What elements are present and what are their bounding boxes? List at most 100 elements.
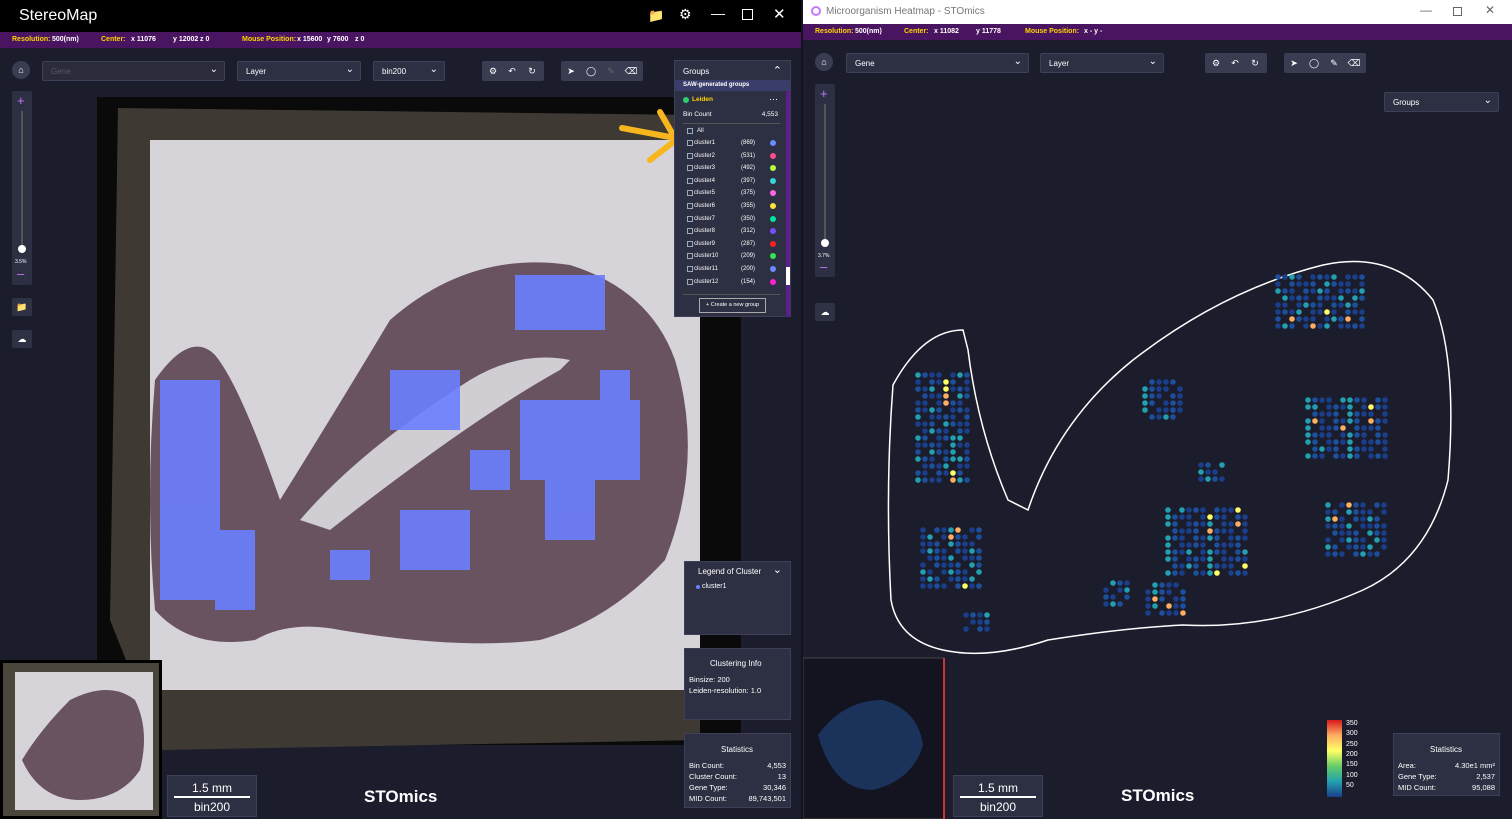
stat-row: Cluster Count: 13 [689, 772, 786, 781]
cluster-item[interactable]: cluster9 (287) [675, 240, 786, 252]
colorbar-tick: 350 [1346, 720, 1358, 727]
legend-panel: Legend of Cluster ⌄ cluster1 [684, 561, 791, 635]
cluster-color-dot[interactable] [770, 228, 776, 235]
cluster-name: cluster10 [694, 253, 719, 260]
cluster-item[interactable]: cluster2 (531) [675, 152, 786, 164]
create-group-button[interactable]: + Create a new group [699, 298, 766, 313]
cluster-item[interactable]: cluster11 (200) [675, 265, 786, 277]
chevron-down-icon[interactable]: ⌄ [773, 563, 782, 576]
leiden-radio[interactable] [683, 97, 689, 103]
legend-title: Legend of Cluster [698, 567, 762, 576]
colorbar-labels: 350 300 250 200 150 100 50 [1346, 720, 1370, 800]
stat-value: 30,346 [763, 783, 786, 792]
stat-label: MID Count: [1398, 783, 1436, 792]
cluster-item[interactable]: cluster4 (397) [675, 177, 786, 189]
cluster-count: (492) [741, 165, 756, 172]
cluster-color-dot[interactable] [770, 190, 776, 197]
cluster-name: cluster11 [694, 266, 718, 272]
cluster-name: cluster5 [694, 190, 716, 197]
all-label: All [697, 128, 704, 134]
cluster-item[interactable]: cluster8 (312) [675, 227, 786, 239]
more-icon[interactable]: ⋯ [769, 94, 778, 105]
stat-label: Gene Type: [1398, 772, 1437, 781]
cluster-count: (312) [741, 228, 756, 235]
stat-value: 4,553 [767, 761, 786, 770]
cluster-checkbox[interactable] [687, 278, 693, 285]
cluster-name: cluster9 [694, 240, 716, 247]
stat-label: Area: [1398, 761, 1416, 770]
cluster-checkbox[interactable] [687, 152, 693, 159]
all-checkbox[interactable] [687, 128, 693, 134]
chevron-up-icon[interactable]: ⌃ [773, 64, 782, 77]
stat-value: 13 [777, 772, 786, 781]
colorbar-tick: 100 [1346, 771, 1358, 779]
colorbar-tick: 50 [1346, 781, 1354, 789]
cluster-name: cluster6 [694, 203, 716, 209]
cluster-checkbox[interactable] [687, 240, 693, 247]
heatmap-canvas[interactable] [803, 0, 1512, 819]
cluster-color-dot[interactable] [770, 266, 776, 272]
stat-label: Gene Type: [689, 783, 728, 792]
cluster-name: cluster3 [694, 165, 716, 172]
stomics-logo: STOmics [1121, 786, 1195, 805]
groups-title: Groups [683, 67, 710, 76]
saw-generated-header: SAW-generated groups [675, 80, 790, 91]
cluster-color-dot[interactable] [770, 152, 776, 159]
cluster-list: cluster1 (869) cluster2 (531) cluster3 (492) c… [675, 139, 786, 289]
cluster-color-dot[interactable] [770, 253, 776, 260]
scale-bin: bin200 [193, 800, 231, 814]
cluster-name: cluster2 [694, 152, 716, 159]
cluster-color-dot[interactable] [770, 215, 776, 222]
scroll-thumb[interactable] [786, 267, 790, 285]
scale-bar: 1.5 mm bin200 [167, 775, 257, 817]
cluster-name: cluster1 [694, 140, 716, 146]
cluster-color-dot[interactable] [770, 203, 776, 209]
cluster-item[interactable]: cluster10 (209) [675, 252, 786, 264]
cluster-item[interactable]: cluster5 (375) [675, 189, 786, 201]
cluster-item[interactable]: cluster12 (154) [675, 278, 786, 290]
cluster-color-dot[interactable] [770, 240, 776, 247]
cluster-count: (869) [741, 140, 756, 146]
cluster-checkbox[interactable] [687, 253, 693, 260]
cluster-count: (397) [741, 177, 756, 184]
binsize-text: Binsize: 200 [689, 675, 730, 684]
cluster-color-dot[interactable] [770, 278, 776, 285]
scale-length: 1.5 mm [191, 781, 232, 795]
cluster-checkbox[interactable] [687, 266, 693, 272]
stat-label: Bin Count: [689, 761, 725, 770]
cluster-checkbox[interactable] [687, 203, 693, 209]
colorbar-tick: 250 [1346, 740, 1358, 748]
stat-value: 2,537 [1476, 772, 1495, 781]
statistics-panel: Statistics Bin Count: 4,553 Cluster Count:… [684, 733, 791, 808]
cluster-checkbox[interactable] [687, 140, 693, 146]
cluster-color-dot[interactable] [770, 165, 776, 172]
leiden-resolution-text: Leiden-resolution: 1.0 [689, 686, 762, 695]
statistics-title: Statistics [721, 745, 754, 754]
stat-value: 4.30e1 mm² [1454, 761, 1495, 770]
cluster-item[interactable]: cluster6 (355) [675, 202, 786, 214]
cluster-count: (287) [741, 240, 756, 247]
cluster-checkbox[interactable] [687, 215, 693, 222]
cluster-color-dot[interactable] [770, 140, 776, 146]
scale-bar: 1.5 mm bin200 [953, 775, 1043, 817]
cluster-checkbox[interactable] [687, 228, 693, 235]
cluster-name: cluster4 [694, 177, 716, 184]
cluster-checkbox[interactable] [687, 190, 693, 197]
cluster-item[interactable]: cluster1 (869) [675, 139, 786, 151]
cluster-checkbox[interactable] [687, 165, 693, 172]
cluster-count: (154) [741, 278, 756, 285]
cluster-item[interactable]: cluster7 (350) [675, 215, 786, 227]
cluster-checkbox[interactable] [687, 177, 693, 184]
cluster-count: (355) [741, 203, 756, 209]
cluster-item[interactable]: cluster3 (492) [675, 164, 786, 176]
cluster-name: cluster7 [694, 215, 716, 222]
colorbar-tick: 150 [1346, 761, 1358, 769]
groups-panel: Groups ⌃ SAW-generated groups Leiden ⋯ B… [674, 60, 791, 317]
leiden-label: Leiden [692, 96, 713, 103]
scale-bin: bin200 [979, 800, 1017, 814]
statistics-panel: Statistics Area: 4.30e1 mm² Gene Type: 2,53… [1393, 733, 1500, 796]
cluster-color-dot[interactable] [770, 177, 776, 184]
bin-count-value: 4,553 [761, 111, 778, 118]
clustering-info-panel: Clustering Info Binsize: 200 Leiden-reso… [684, 648, 791, 720]
stat-label: Cluster Count: [689, 772, 737, 781]
